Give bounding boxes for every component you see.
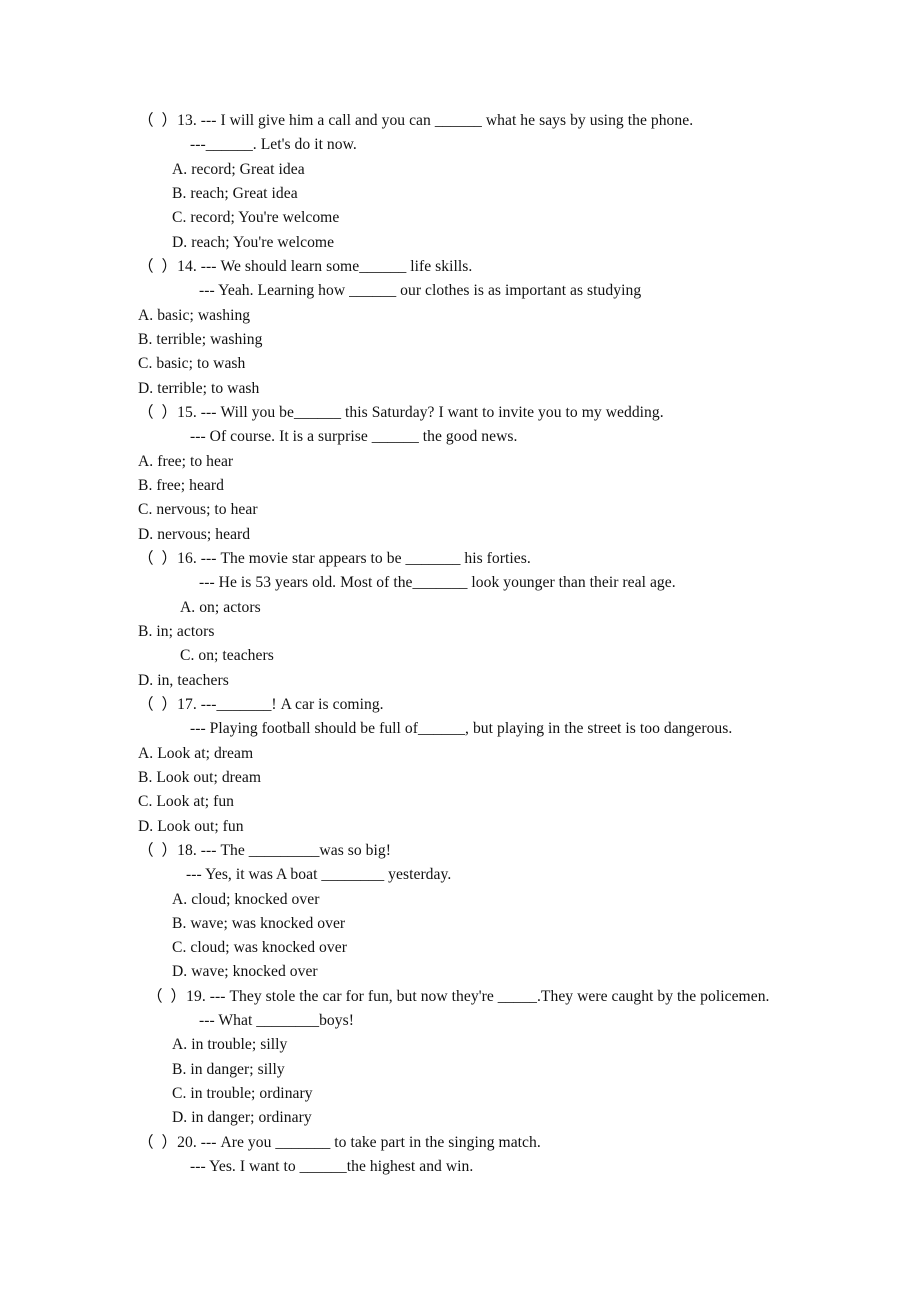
option-c[interactable]: C. basic; to wash — [0, 352, 920, 376]
option-a[interactable]: A. on; actors — [0, 596, 920, 620]
question-stem: （ ）14. --- We should learn some______ li… — [138, 257, 473, 275]
option-d[interactable]: D. wave; knocked over — [0, 960, 920, 984]
question-stem: （ ）19. --- They stole the car for fun, b… — [147, 987, 770, 1005]
option-d[interactable]: D. reach; You're welcome — [0, 231, 920, 255]
option-c[interactable]: C. on; teachers — [0, 644, 920, 668]
question-block-18: （ ）18. --- The _________was so big! --- … — [0, 839, 920, 985]
option-b[interactable]: B. terrible; washing — [0, 328, 920, 352]
option-c[interactable]: C. cloud; was knocked over — [0, 936, 920, 960]
option-c[interactable]: C. in trouble; ordinary — [0, 1082, 920, 1106]
document-page: （ ）13. --- I will give him a call and yo… — [0, 0, 920, 1302]
option-b[interactable]: B. free; heard — [0, 474, 920, 498]
option-b[interactable]: B. wave; was knocked over — [0, 912, 920, 936]
option-a[interactable]: A. record; Great idea — [0, 158, 920, 182]
question-block-17: （ ）17. ---_______! A car is coming. --- … — [0, 693, 920, 839]
question-stem: （ ）15. --- Will you be______ this Saturd… — [138, 403, 664, 421]
option-c[interactable]: C. Look at; fun — [0, 790, 920, 814]
option-d[interactable]: D. in danger; ordinary — [0, 1106, 920, 1130]
question-reply: --- Yeah. Learning how ______ our clothe… — [199, 282, 642, 300]
option-d[interactable]: D. nervous; heard — [0, 523, 920, 547]
question-reply: ---______. Let's do it now. — [190, 136, 357, 154]
question-reply: --- What ________boys! — [199, 1012, 354, 1030]
option-d[interactable]: D. Look out; fun — [0, 815, 920, 839]
option-a[interactable]: A. basic; washing — [0, 304, 920, 328]
option-d[interactable]: D. in, teachers — [0, 669, 920, 693]
question-stem: （ ）16. --- The movie star appears to be … — [138, 549, 531, 567]
worksheet-content: （ ）13. --- I will give him a call and yo… — [0, 109, 920, 1179]
option-b[interactable]: B. in danger; silly — [0, 1058, 920, 1082]
question-reply: --- Playing football should be full of__… — [190, 720, 733, 738]
option-a[interactable]: A. in trouble; silly — [0, 1033, 920, 1057]
question-stem: （ ）13. --- I will give him a call and yo… — [138, 112, 694, 129]
option-b[interactable]: B. reach; Great idea — [0, 182, 920, 206]
question-block-14: （ ）14. --- We should learn some______ li… — [0, 255, 920, 401]
question-block-19: （ ）19. --- They stole the car for fun, b… — [0, 985, 920, 1131]
question-block-15: （ ）15. --- Will you be______ this Saturd… — [0, 401, 920, 547]
question-reply: --- Yes, it was A boat ________ yesterda… — [186, 866, 452, 884]
option-c[interactable]: C. nervous; to hear — [0, 498, 920, 522]
option-d[interactable]: D. terrible; to wash — [0, 377, 920, 401]
option-b[interactable]: B. Look out; dream — [0, 766, 920, 790]
option-a[interactable]: A. Look at; dream — [0, 742, 920, 766]
question-reply: --- Yes. I want to ______the highest and… — [190, 1158, 474, 1176]
question-reply: --- Of course. It is a surprise ______ t… — [190, 428, 518, 446]
question-block-13: （ ）13. --- I will give him a call and yo… — [0, 109, 920, 255]
option-a[interactable]: A. free; to hear — [0, 450, 920, 474]
option-b[interactable]: B. in; actors — [0, 620, 920, 644]
question-stem: （ ）18. --- The _________was so big! — [138, 841, 391, 859]
question-reply: --- He is 53 years old. Most of the_____… — [199, 574, 676, 592]
question-stem: （ ）20. --- Are you _______ to take part … — [138, 1133, 541, 1151]
question-block-16: （ ）16. --- The movie star appears to be … — [0, 547, 920, 693]
question-stem: （ ）17. ---_______! A car is coming. — [138, 695, 384, 713]
option-a[interactable]: A. cloud; knocked over — [0, 888, 920, 912]
question-block-20: （ ）20. --- Are you _______ to take part … — [0, 1131, 920, 1180]
option-c[interactable]: C. record; You're welcome — [0, 206, 920, 230]
